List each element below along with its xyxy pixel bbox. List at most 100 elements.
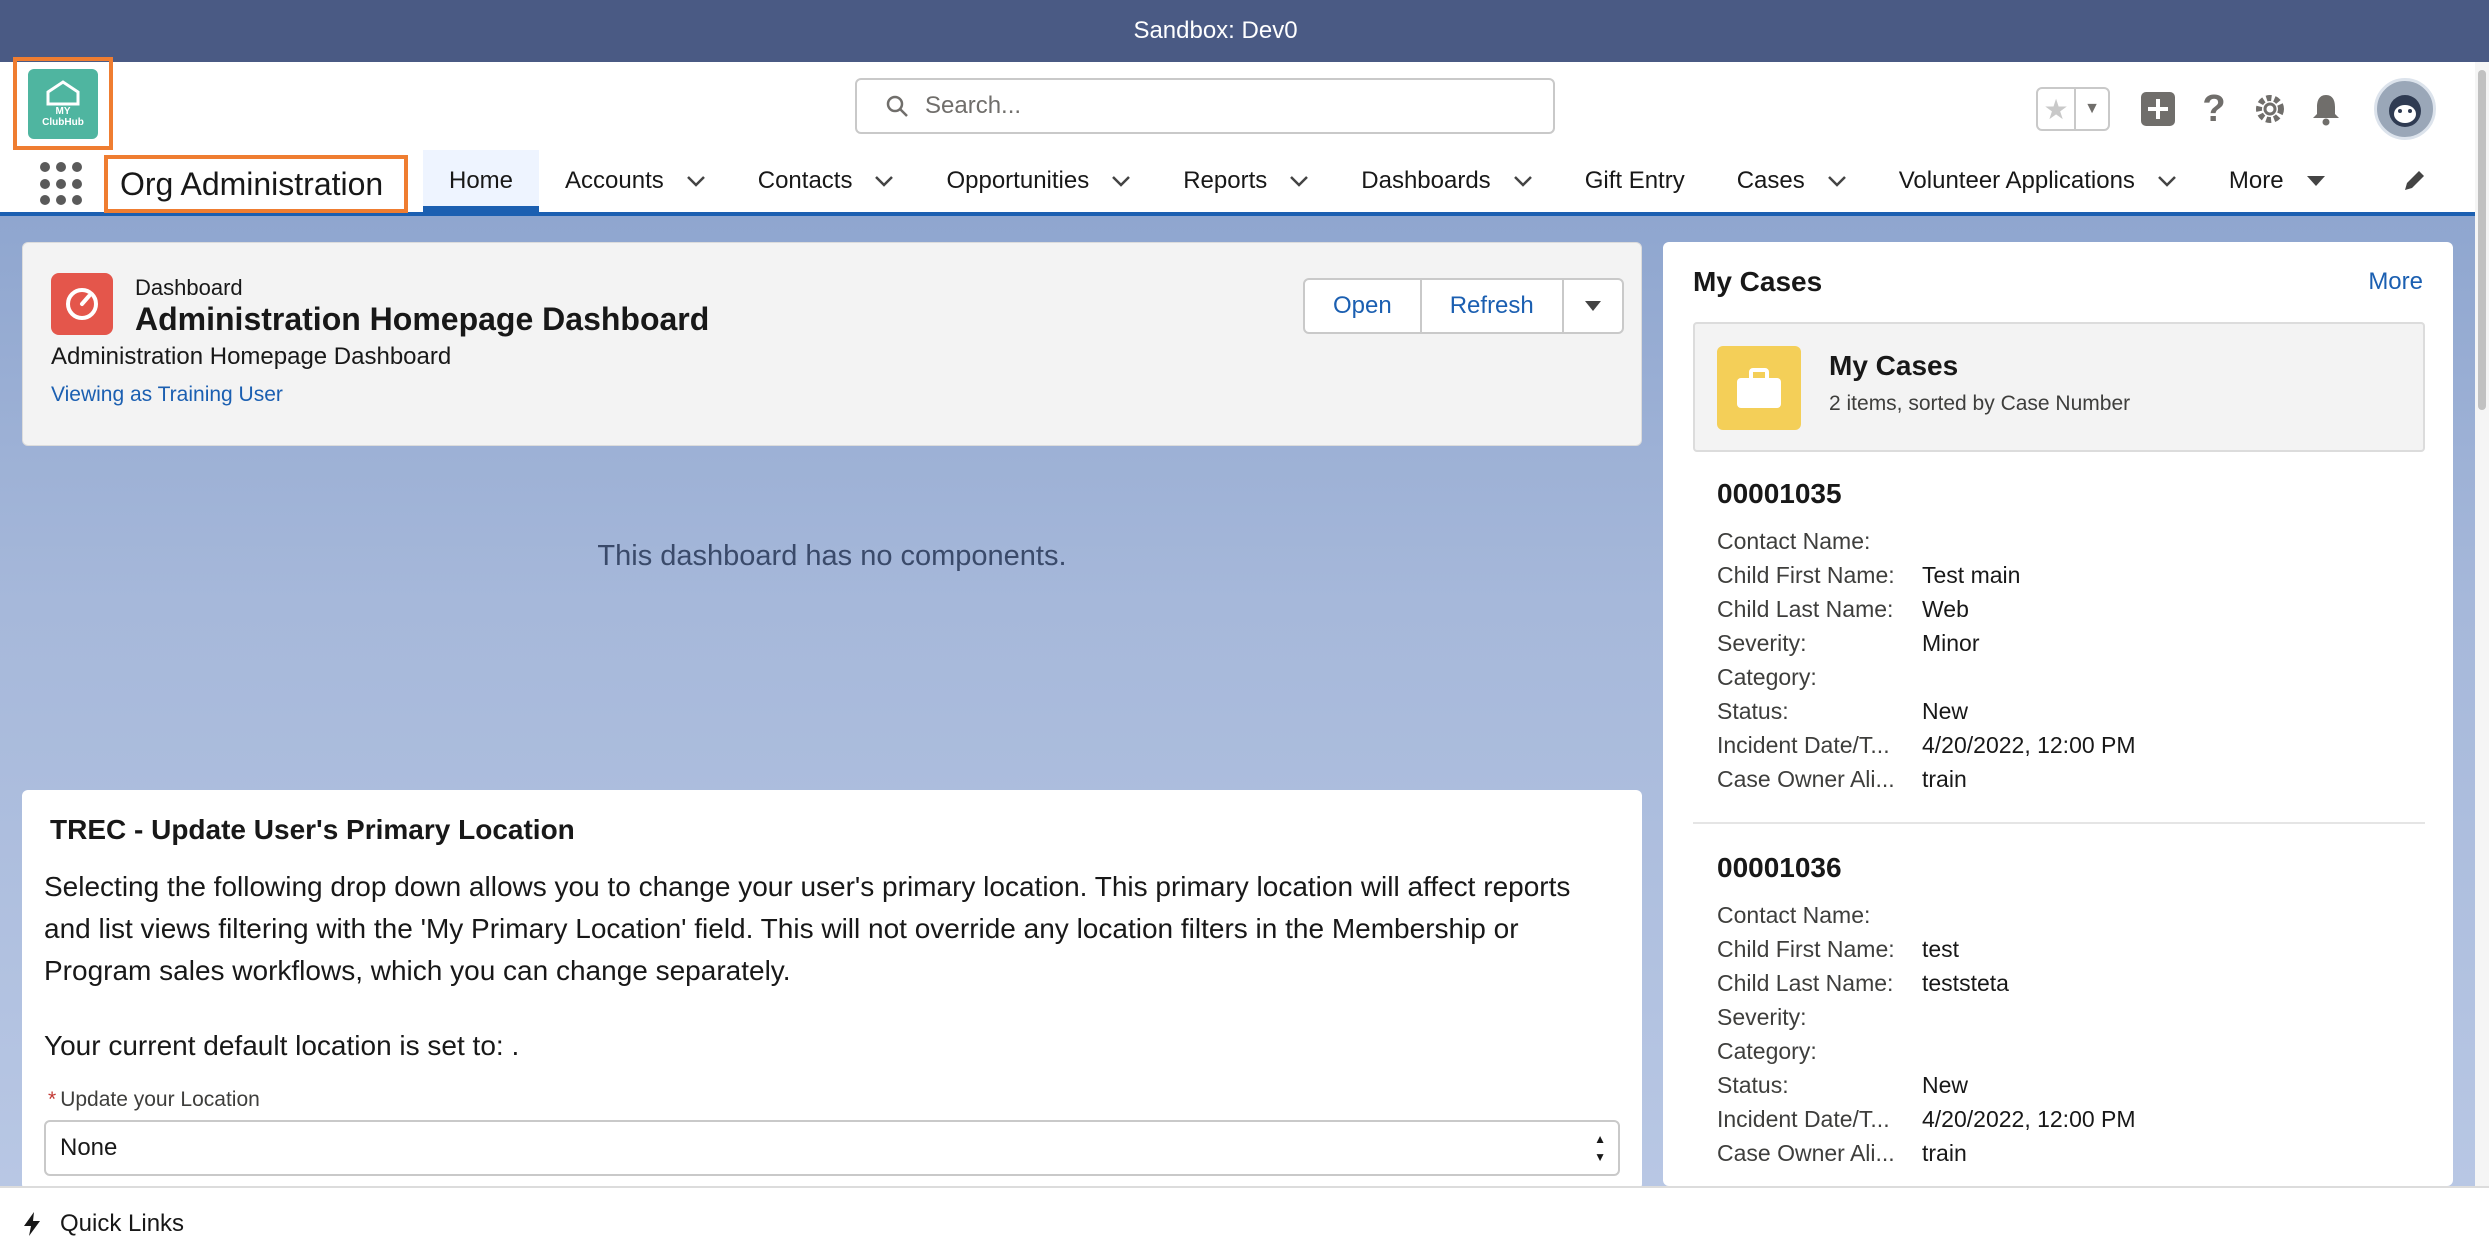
search-icon <box>886 95 908 117</box>
page-scrollbar[interactable] <box>2475 62 2489 1186</box>
chevron-down-icon[interactable] <box>1827 175 1847 187</box>
chevron-down-icon[interactable] <box>1111 175 1131 187</box>
case-field-value: Minor <box>1922 630 1980 656</box>
case-field-value: test <box>1922 936 1960 962</box>
open-button[interactable]: Open <box>1305 280 1422 332</box>
utility-bar: Quick Links <box>0 1186 2489 1259</box>
dashboard-subtitle: Administration Homepage Dashboard <box>51 343 452 370</box>
case-field-label: Contact Name: <box>1717 902 1871 928</box>
case-record: 00001035 Contact Name: Child First Name: Te… <box>1717 478 2417 796</box>
nav-tab-accounts[interactable]: Accounts <box>539 150 732 212</box>
select-arrows-icon: ▲ ▼ <box>1594 1132 1606 1164</box>
nav-tab-more[interactable]: More <box>2203 150 2352 212</box>
nav-tab-label: Volunteer Applications <box>1898 167 2135 194</box>
case-field-row: Status: New <box>1717 1068 2417 1102</box>
case-field-value: teststeta <box>1922 970 2009 996</box>
nav-tab-home[interactable]: Home <box>423 150 540 212</box>
case-field-row: Child First Name: test <box>1717 932 2417 966</box>
favorites-menu-chevron-icon[interactable]: ▼ <box>2076 89 2108 129</box>
chevron-down-icon[interactable] <box>1513 175 1533 187</box>
more-menu-caret-icon[interactable] <box>2306 175 2326 187</box>
app-launcher-icon[interactable] <box>40 162 84 206</box>
nav-tab-label: Dashboards <box>1361 167 1491 194</box>
case-field-row: Incident Date/T... 4/20/2022, 12:00 PM <box>1717 728 2417 762</box>
case-number-link[interactable]: 00001035 <box>1717 478 2417 510</box>
logo-highlight[interactable]: MY ClubHub <box>13 57 113 150</box>
dashboard-icon <box>51 273 113 335</box>
star-icon[interactable]: ★ <box>2038 89 2076 129</box>
chevron-down-icon[interactable] <box>2157 175 2177 187</box>
trec-location-card: TREC - Update User's Primary Location Se… <box>22 790 1642 1190</box>
case-field-label: Status: <box>1717 1072 1789 1098</box>
case-field-row: Case Owner Ali... train <box>1717 762 2417 796</box>
briefcase-icon <box>1717 346 1801 430</box>
nav-tabs: Home Accounts Contacts Opportunities Reports… <box>423 150 2352 212</box>
quick-links-label[interactable]: Quick Links <box>60 1210 184 1238</box>
logo-text-line1: MY <box>55 105 71 117</box>
my-cases-more-link[interactable]: More <box>2368 268 2423 296</box>
gear-icon[interactable] <box>2248 87 2292 131</box>
my-cases-header: My Cases <box>1693 266 1823 297</box>
user-avatar[interactable] <box>2374 78 2436 140</box>
nav-tab-label: Accounts <box>565 167 664 194</box>
case-record: 00001036 Contact Name: Child First Name: te… <box>1717 852 2417 1170</box>
logo-text-line2: ClubHub <box>42 116 84 128</box>
my-cases-list-subtitle: 2 items, sorted by Case Number <box>1829 392 2131 415</box>
case-field-row: Child Last Name: Web <box>1717 592 2417 626</box>
case-field-value: Test main <box>1922 562 2021 588</box>
case-field-label: Incident Date/T... <box>1717 1106 1890 1132</box>
chevron-down-icon[interactable] <box>1289 175 1309 187</box>
viewing-as-link[interactable]: Viewing as Training User <box>51 383 283 407</box>
dashboard-menu-chevron-icon[interactable] <box>1564 280 1622 332</box>
sandbox-label: Sandbox: Dev0 <box>1133 17 1298 44</box>
clubhub-logo[interactable]: MY ClubHub <box>28 68 98 139</box>
nav-tab-volunteer-applications[interactable]: Volunteer Applications <box>1873 150 2203 212</box>
notifications-bell-icon[interactable] <box>2304 87 2348 131</box>
global-search-input[interactable]: Search... <box>855 78 1555 134</box>
search-placeholder: Search... <box>925 92 1022 119</box>
case-field-value: New <box>1922 1072 1969 1098</box>
location-select-value: None <box>60 1134 118 1161</box>
chevron-down-icon[interactable] <box>874 175 894 187</box>
my-cases-list-title: My Cases <box>1829 350 1959 381</box>
case-field-label: Case Owner Ali... <box>1717 1140 1895 1166</box>
case-field-label: Contact Name: <box>1717 528 1871 554</box>
favorites-control[interactable]: ★ ▼ <box>2036 87 2110 131</box>
help-icon[interactable]: ? <box>2192 87 2236 131</box>
sandbox-banner: Sandbox: Dev0 <box>0 0 2489 62</box>
my-cases-list-header[interactable]: My Cases 2 items, sorted by Case Number <box>1693 322 2425 452</box>
case-number-link[interactable]: 00001036 <box>1717 852 2417 884</box>
lightning-icon <box>24 1211 40 1236</box>
nav-tab-reports[interactable]: Reports <box>1157 150 1335 212</box>
case-field-row: Child Last Name: teststeta <box>1717 966 2417 1000</box>
case-field-label: Child First Name: <box>1717 562 1895 588</box>
refresh-button[interactable]: Refresh <box>1422 280 1564 332</box>
global-actions-add-icon[interactable] <box>2136 87 2180 131</box>
case-field-label: Child Last Name: <box>1717 596 1894 622</box>
app-name: Org Administration <box>104 155 408 213</box>
case-field-label: Category: <box>1717 664 1817 690</box>
case-field-label: Severity: <box>1717 630 1807 656</box>
case-field-row: Severity: <box>1717 1000 2417 1034</box>
case-field-row: Case Owner Ali... train <box>1717 1136 2417 1170</box>
current-location-text: Your current default location is set to:… <box>44 1030 520 1061</box>
case-field-row: Incident Date/T... 4/20/2022, 12:00 PM <box>1717 1102 2417 1136</box>
location-select[interactable]: None ▲ ▼ <box>44 1120 1620 1176</box>
case-field-label: Category: <box>1717 1038 1817 1064</box>
nav-tab-label: Home <box>449 167 514 194</box>
nav-tab-cases[interactable]: Cases <box>1711 150 1873 212</box>
case-field-value: 4/20/2022, 12:00 PM <box>1922 732 2136 758</box>
scrollbar-thumb[interactable] <box>2478 70 2486 410</box>
app-name-label: Org Administration <box>120 165 384 202</box>
nav-tab-gift-entry[interactable]: Gift Entry <box>1559 150 1711 212</box>
edit-nav-pencil-icon[interactable] <box>2401 168 2427 199</box>
trec-title: TREC - Update User's Primary Location <box>50 814 575 845</box>
nav-tab-opportunities[interactable]: Opportunities <box>920 150 1157 212</box>
nav-tab-label: Gift Entry <box>1584 167 1685 194</box>
case-field-row: Severity: Minor <box>1717 626 2417 660</box>
case-field-label: Child First Name: <box>1717 936 1895 962</box>
nav-tab-label: Opportunities <box>946 167 1090 194</box>
nav-tab-dashboards[interactable]: Dashboards <box>1335 150 1558 212</box>
nav-tab-contacts[interactable]: Contacts <box>732 150 921 212</box>
chevron-down-icon[interactable] <box>686 175 706 187</box>
